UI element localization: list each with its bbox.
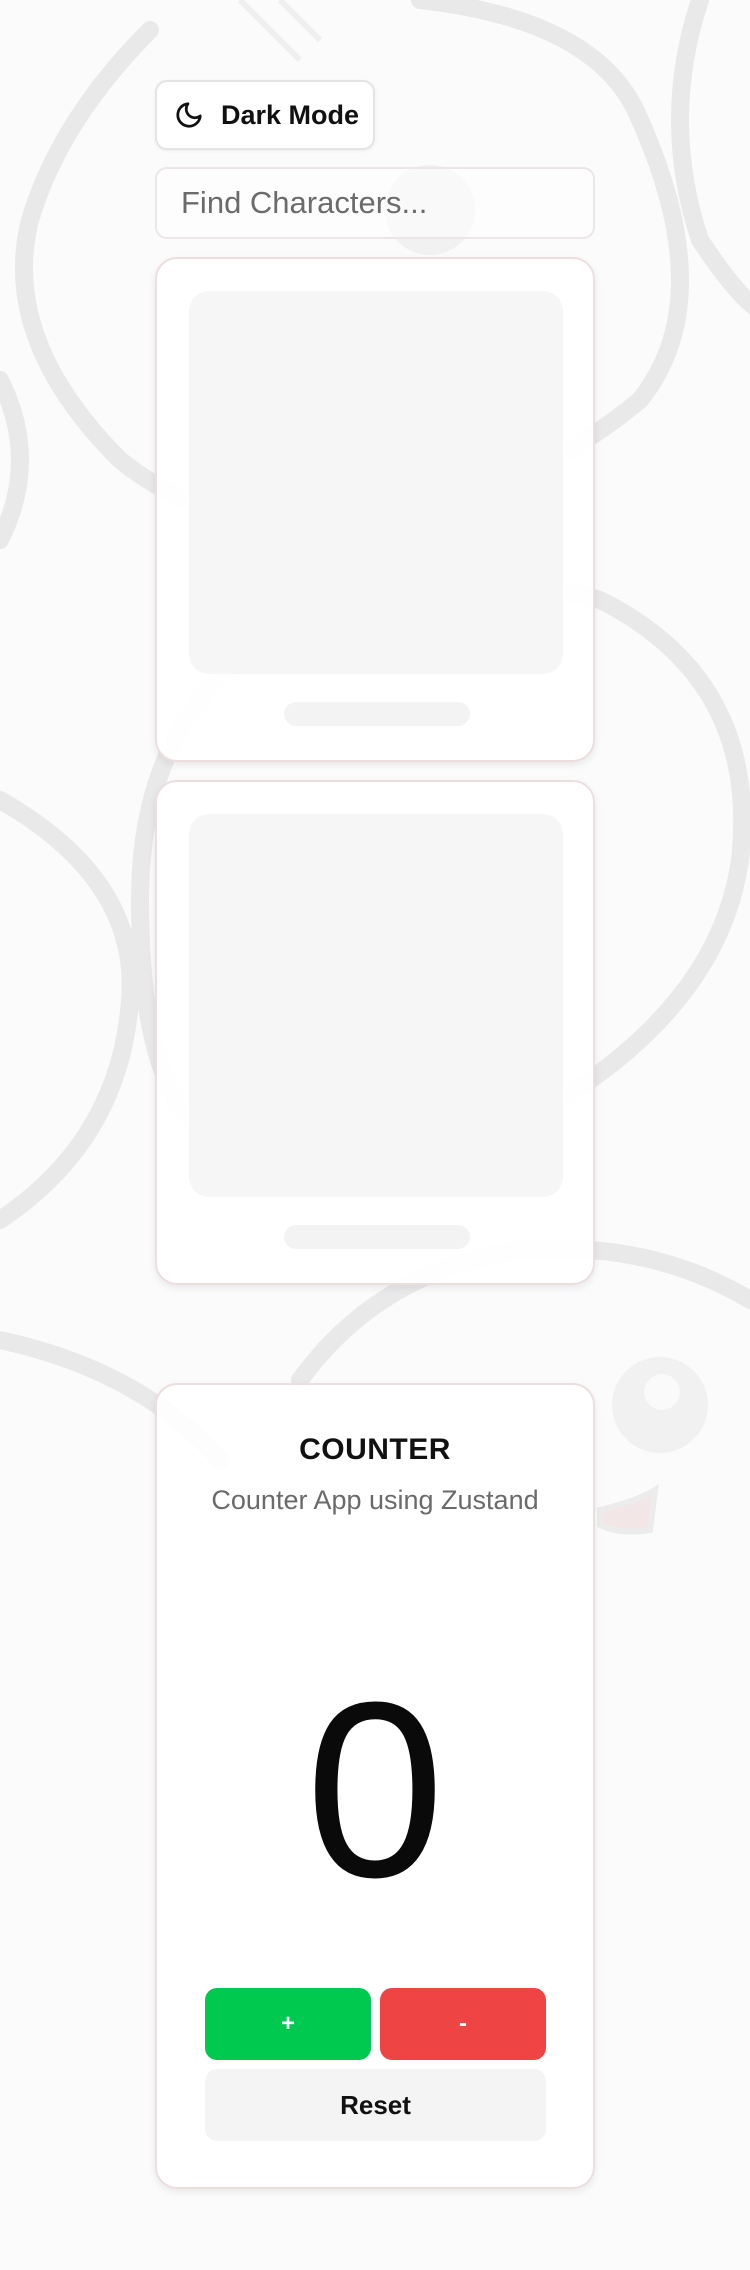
decrement-button[interactable]: - — [380, 1988, 546, 2060]
reset-button[interactable]: Reset — [205, 2069, 546, 2141]
text-placeholder — [284, 702, 470, 726]
counter-title: COUNTER — [299, 1433, 451, 1466]
increment-button[interactable]: + — [205, 1988, 371, 2060]
dark-mode-label: Dark Mode — [221, 99, 360, 130]
image-placeholder — [189, 814, 563, 1197]
search-input[interactable] — [155, 167, 595, 239]
counter-card: COUNTER Counter App using Zustand 0 + - … — [155, 1383, 595, 2189]
counter-value: 0 — [305, 1650, 445, 1929]
character-card-skeleton — [155, 780, 595, 1285]
image-placeholder — [189, 291, 563, 674]
moon-icon — [173, 99, 205, 131]
counter-subtitle: Counter App using Zustand — [211, 1485, 539, 1515]
text-placeholder — [284, 1225, 470, 1249]
dark-mode-toggle-button[interactable]: Dark Mode — [155, 80, 375, 150]
character-card-skeleton — [155, 257, 595, 762]
